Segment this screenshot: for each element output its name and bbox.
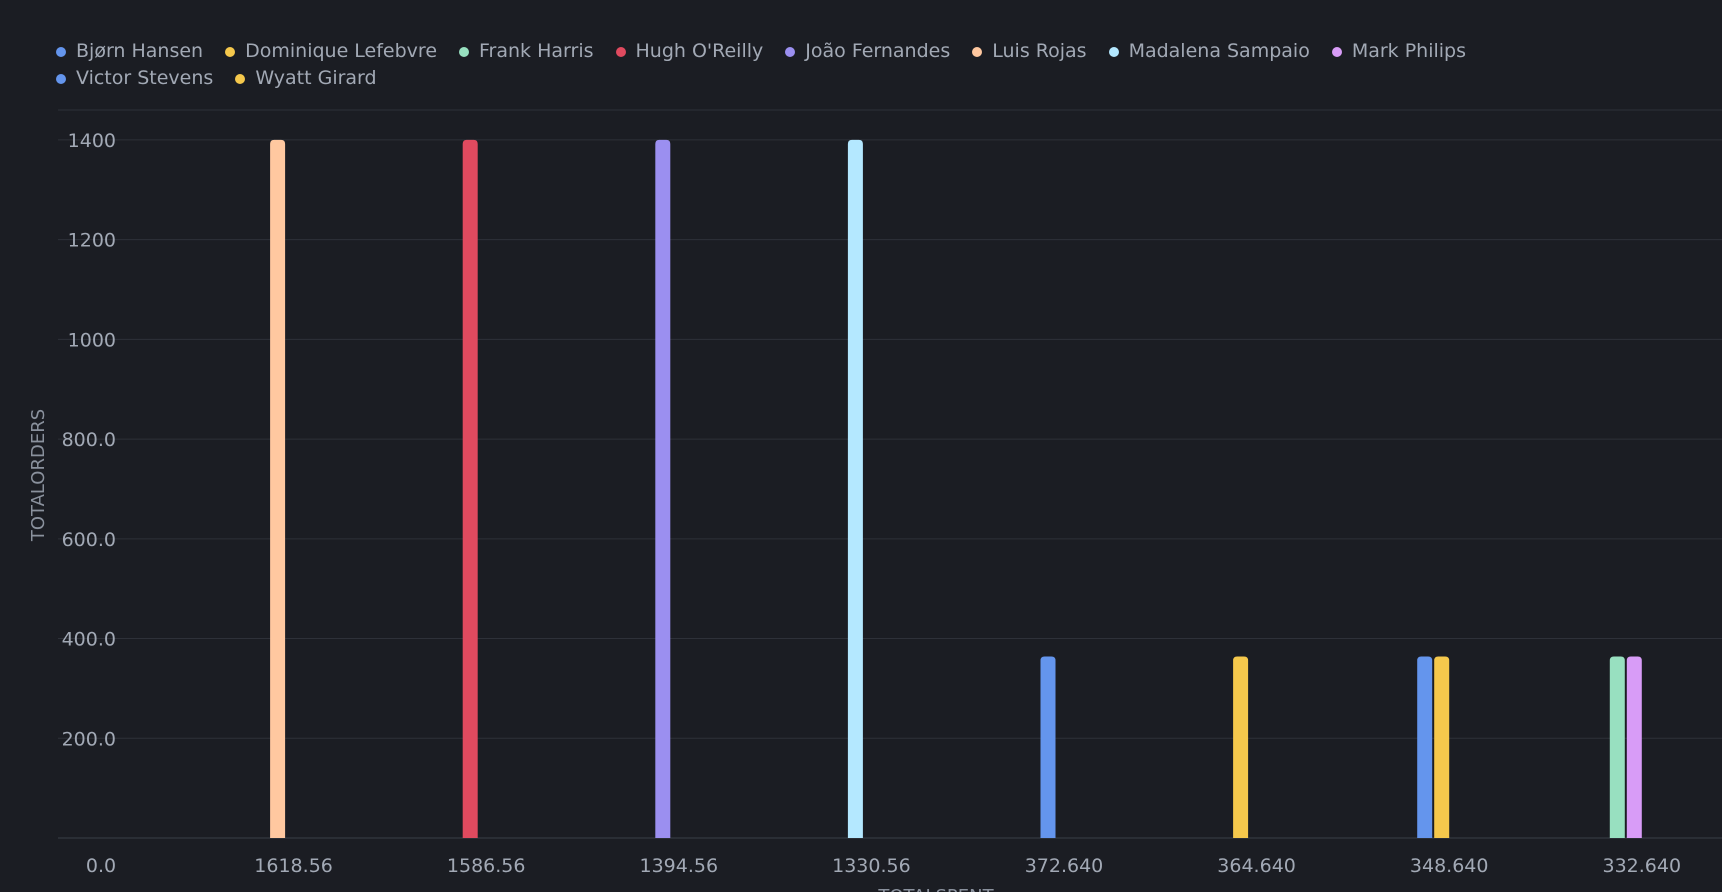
bar	[1040, 656, 1056, 838]
x-tick-label: 348.640	[1410, 855, 1489, 877]
x-tick-label: 332.640	[1603, 855, 1682, 877]
y-tick-label: 1000	[68, 329, 116, 351]
y-tick-label: 1200	[68, 230, 116, 252]
bar	[847, 139, 863, 839]
bar	[1609, 656, 1625, 838]
bar	[1434, 656, 1450, 838]
y-tick-label: 400.0	[62, 629, 116, 651]
bar	[462, 139, 478, 839]
y-tick-label: 200.0	[62, 728, 116, 750]
y-tick-label: 800.0	[62, 429, 116, 451]
bar-chart: 200.0 400.0 600.0 800.0 1000 1200 1400 0.0 1618.…	[28, 109, 1722, 892]
y-tick-label: 600.0	[62, 529, 116, 551]
x-tick-label: 1586.56	[447, 855, 526, 877]
bar	[1626, 656, 1642, 838]
y-axis-title: TOTALORDERS	[28, 409, 49, 542]
bar	[270, 139, 286, 839]
bar	[655, 139, 671, 839]
bar	[1417, 656, 1433, 838]
x-tick-label: 372.640	[1025, 855, 1104, 877]
x-tick-label: 0.0	[86, 855, 116, 877]
x-tick-label: 1330.56	[832, 855, 911, 877]
bar	[1233, 656, 1249, 838]
x-tick-label: 1394.56	[640, 855, 719, 877]
x-tick-label: 364.640	[1217, 855, 1296, 877]
x-tick-label: 1618.56	[254, 855, 333, 877]
y-tick-label: 1400	[68, 130, 116, 152]
x-axis-title: TOTALSPENT	[877, 886, 994, 892]
